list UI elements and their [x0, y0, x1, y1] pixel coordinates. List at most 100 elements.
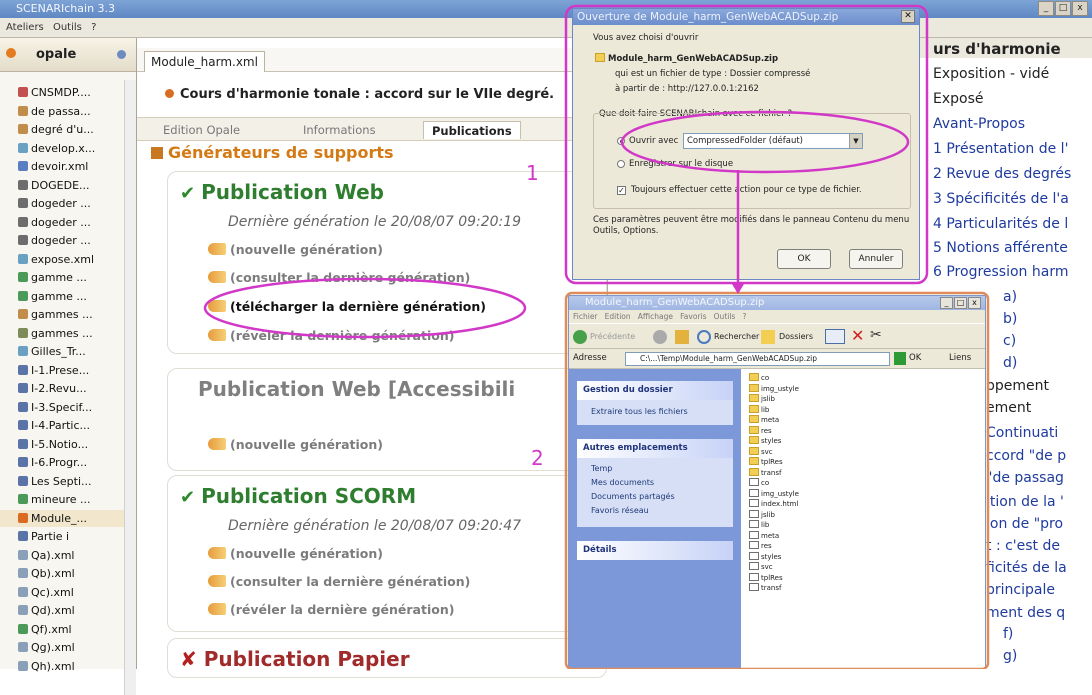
file-list-item[interactable]: styles — [749, 436, 781, 446]
file-list-item[interactable]: co — [749, 478, 769, 488]
outline-item[interactable]: t : c'est de — [986, 538, 1092, 554]
outline-item[interactable]: a) — [1003, 289, 1092, 305]
tree-item[interactable]: degré d'u... — [0, 121, 124, 138]
tree-item[interactable]: I-5.Notio... — [0, 436, 124, 453]
reveal-last-generation-link[interactable]: (révéler la dernière génération) — [208, 602, 454, 617]
maximize-button[interactable]: □ — [954, 297, 967, 309]
tab-publications[interactable]: Publications — [423, 121, 521, 139]
tree-scrollbar[interactable] — [124, 80, 136, 695]
tab-edition-opale[interactable]: Edition Opale — [155, 121, 248, 139]
view-last-generation-link[interactable]: (consulter la dernière génération) — [208, 270, 470, 285]
outline-item[interactable]: 5 Notions afférente — [933, 240, 1092, 256]
tree-item[interactable]: I-6.Progr... — [0, 454, 124, 471]
tree-item[interactable]: devoir.xml — [0, 158, 124, 175]
file-list-item[interactable]: lib — [749, 520, 769, 530]
menu-outils[interactable]: Outils — [714, 312, 736, 321]
search-icon[interactable] — [697, 330, 711, 344]
cut-icon[interactable]: ✂ — [870, 327, 882, 343]
tree-item[interactable]: Qb).xml — [0, 565, 124, 582]
tree-item[interactable]: expose.xml — [0, 251, 124, 268]
file-list-item[interactable]: jslib — [749, 509, 775, 520]
outline-item[interactable]: ccord "de p — [986, 448, 1092, 464]
reveal-last-generation-link[interactable]: (révéler la dernière génération) — [208, 328, 454, 343]
tree-item[interactable]: gammes ... — [0, 306, 124, 323]
outline-item[interactable]: 2 Revue des degrés — [933, 166, 1092, 182]
close-button[interactable]: x — [1072, 1, 1088, 16]
details-title[interactable]: Détails — [577, 541, 733, 560]
outline-item[interactable]: 6 Progression harm — [933, 264, 1092, 280]
tree-item[interactable]: gamme ... — [0, 269, 124, 286]
tree-item[interactable]: Module_... — [0, 509, 124, 527]
tree-item[interactable]: Qf).xml — [0, 621, 124, 638]
menu-fichier[interactable]: Fichier — [573, 312, 598, 321]
file-list-item[interactable]: jslib — [749, 394, 775, 404]
folders-label[interactable]: Dossiers — [779, 332, 813, 341]
tree-item[interactable]: dogeder ... — [0, 195, 124, 212]
file-list-item[interactable]: img_ustyle — [749, 383, 799, 394]
outline-item[interactable]: f) — [1003, 626, 1092, 642]
file-list-item[interactable]: styles — [749, 551, 781, 562]
back-icon[interactable] — [573, 330, 587, 344]
file-list-item[interactable]: svc — [749, 562, 773, 572]
back-label[interactable]: Précédente — [590, 332, 635, 341]
place-favoris-reseau[interactable]: Favoris réseau — [577, 504, 733, 518]
outline-item[interactable]: g) — [1003, 648, 1092, 664]
folder-tasks-title[interactable]: Gestion du dossier — [577, 381, 733, 400]
tree-item[interactable]: gamme ... — [0, 288, 124, 305]
outline-item[interactable]: d) — [1003, 355, 1092, 371]
views-icon[interactable] — [825, 329, 845, 344]
menu-edition[interactable]: Edition — [605, 312, 631, 321]
new-generation-link[interactable]: (nouvelle génération) — [208, 437, 383, 452]
tree-item[interactable]: de passa... — [0, 103, 124, 120]
close-button[interactable]: x — [968, 297, 981, 309]
outline-item[interactable]: b) — [1003, 311, 1092, 327]
menu-favoris[interactable]: Favoris — [680, 312, 706, 321]
tree-item[interactable]: DOGEDE... — [0, 177, 124, 194]
outline-item[interactable]: principale — [986, 582, 1092, 598]
outline-item[interactable]: 4 Particularités de l — [933, 216, 1092, 232]
address-input[interactable]: C:\...\Temp\Module_harm_GenWebACADSup.zi… — [625, 352, 890, 366]
place-temp[interactable]: Temp — [577, 462, 733, 476]
workshop-options-icon[interactable] — [117, 50, 126, 59]
minimize-button[interactable]: _ — [1038, 1, 1054, 16]
outline-item[interactable]: "de passag — [986, 470, 1092, 486]
other-places-title[interactable]: Autres emplacements — [577, 439, 733, 458]
dialog-close-button[interactable]: ✕ — [901, 10, 915, 23]
forward-icon[interactable] — [653, 330, 667, 344]
download-last-generation-link[interactable]: (télécharger la dernière génération) — [208, 299, 486, 314]
tree-item[interactable]: I-1.Prese... — [0, 362, 124, 379]
tree-item[interactable]: Qd).xml — [0, 602, 124, 619]
extract-all-link[interactable]: Extraire tous les fichiers — [577, 405, 733, 419]
file-list-item[interactable]: meta — [749, 530, 779, 541]
links-label[interactable]: Liens — [949, 353, 971, 363]
menu-help[interactable]: ? — [743, 312, 747, 321]
always-do-checkbox[interactable]: ✓ — [617, 186, 626, 195]
save-to-disk-radio[interactable] — [617, 160, 625, 168]
outline-item[interactable]: Avant-Propos — [933, 116, 1092, 132]
place-documents-partages[interactable]: Documents partagés — [577, 490, 733, 504]
tree-item[interactable]: gammes ... — [0, 325, 124, 342]
tree-item[interactable]: Qa).xml — [0, 547, 124, 564]
file-list-item[interactable]: lib — [749, 404, 769, 415]
tree-item[interactable]: Qh).xml — [0, 658, 124, 675]
new-generation-link[interactable]: (nouvelle génération) — [208, 546, 383, 561]
go-label[interactable]: OK — [909, 353, 921, 363]
chevron-down-icon[interactable]: ▼ — [849, 134, 862, 148]
folders-icon[interactable] — [761, 330, 775, 344]
file-list-item[interactable]: res — [749, 425, 772, 436]
minimize-button[interactable]: _ — [940, 297, 953, 309]
tab-informations[interactable]: Informations — [295, 121, 384, 139]
go-icon[interactable] — [894, 352, 906, 365]
tree-item[interactable]: Gilles_Tr... — [0, 343, 124, 360]
file-list-item[interactable]: index.html — [749, 499, 798, 509]
file-list-item[interactable]: img_ustyle — [749, 488, 799, 499]
tree-item[interactable]: mineure ... — [0, 491, 124, 508]
cancel-button[interactable]: Annuler — [849, 249, 903, 269]
outline-item[interactable]: ment des q — [986, 605, 1092, 621]
open-with-radio[interactable] — [617, 137, 625, 145]
tree-item[interactable]: Qc).xml — [0, 584, 124, 601]
open-with-select[interactable]: CompressedFolder (défaut) ▼ — [683, 133, 863, 149]
file-list-item[interactable]: meta — [749, 415, 779, 425]
tree-item[interactable]: develop.x... — [0, 140, 124, 157]
search-label[interactable]: Rechercher — [714, 332, 759, 341]
